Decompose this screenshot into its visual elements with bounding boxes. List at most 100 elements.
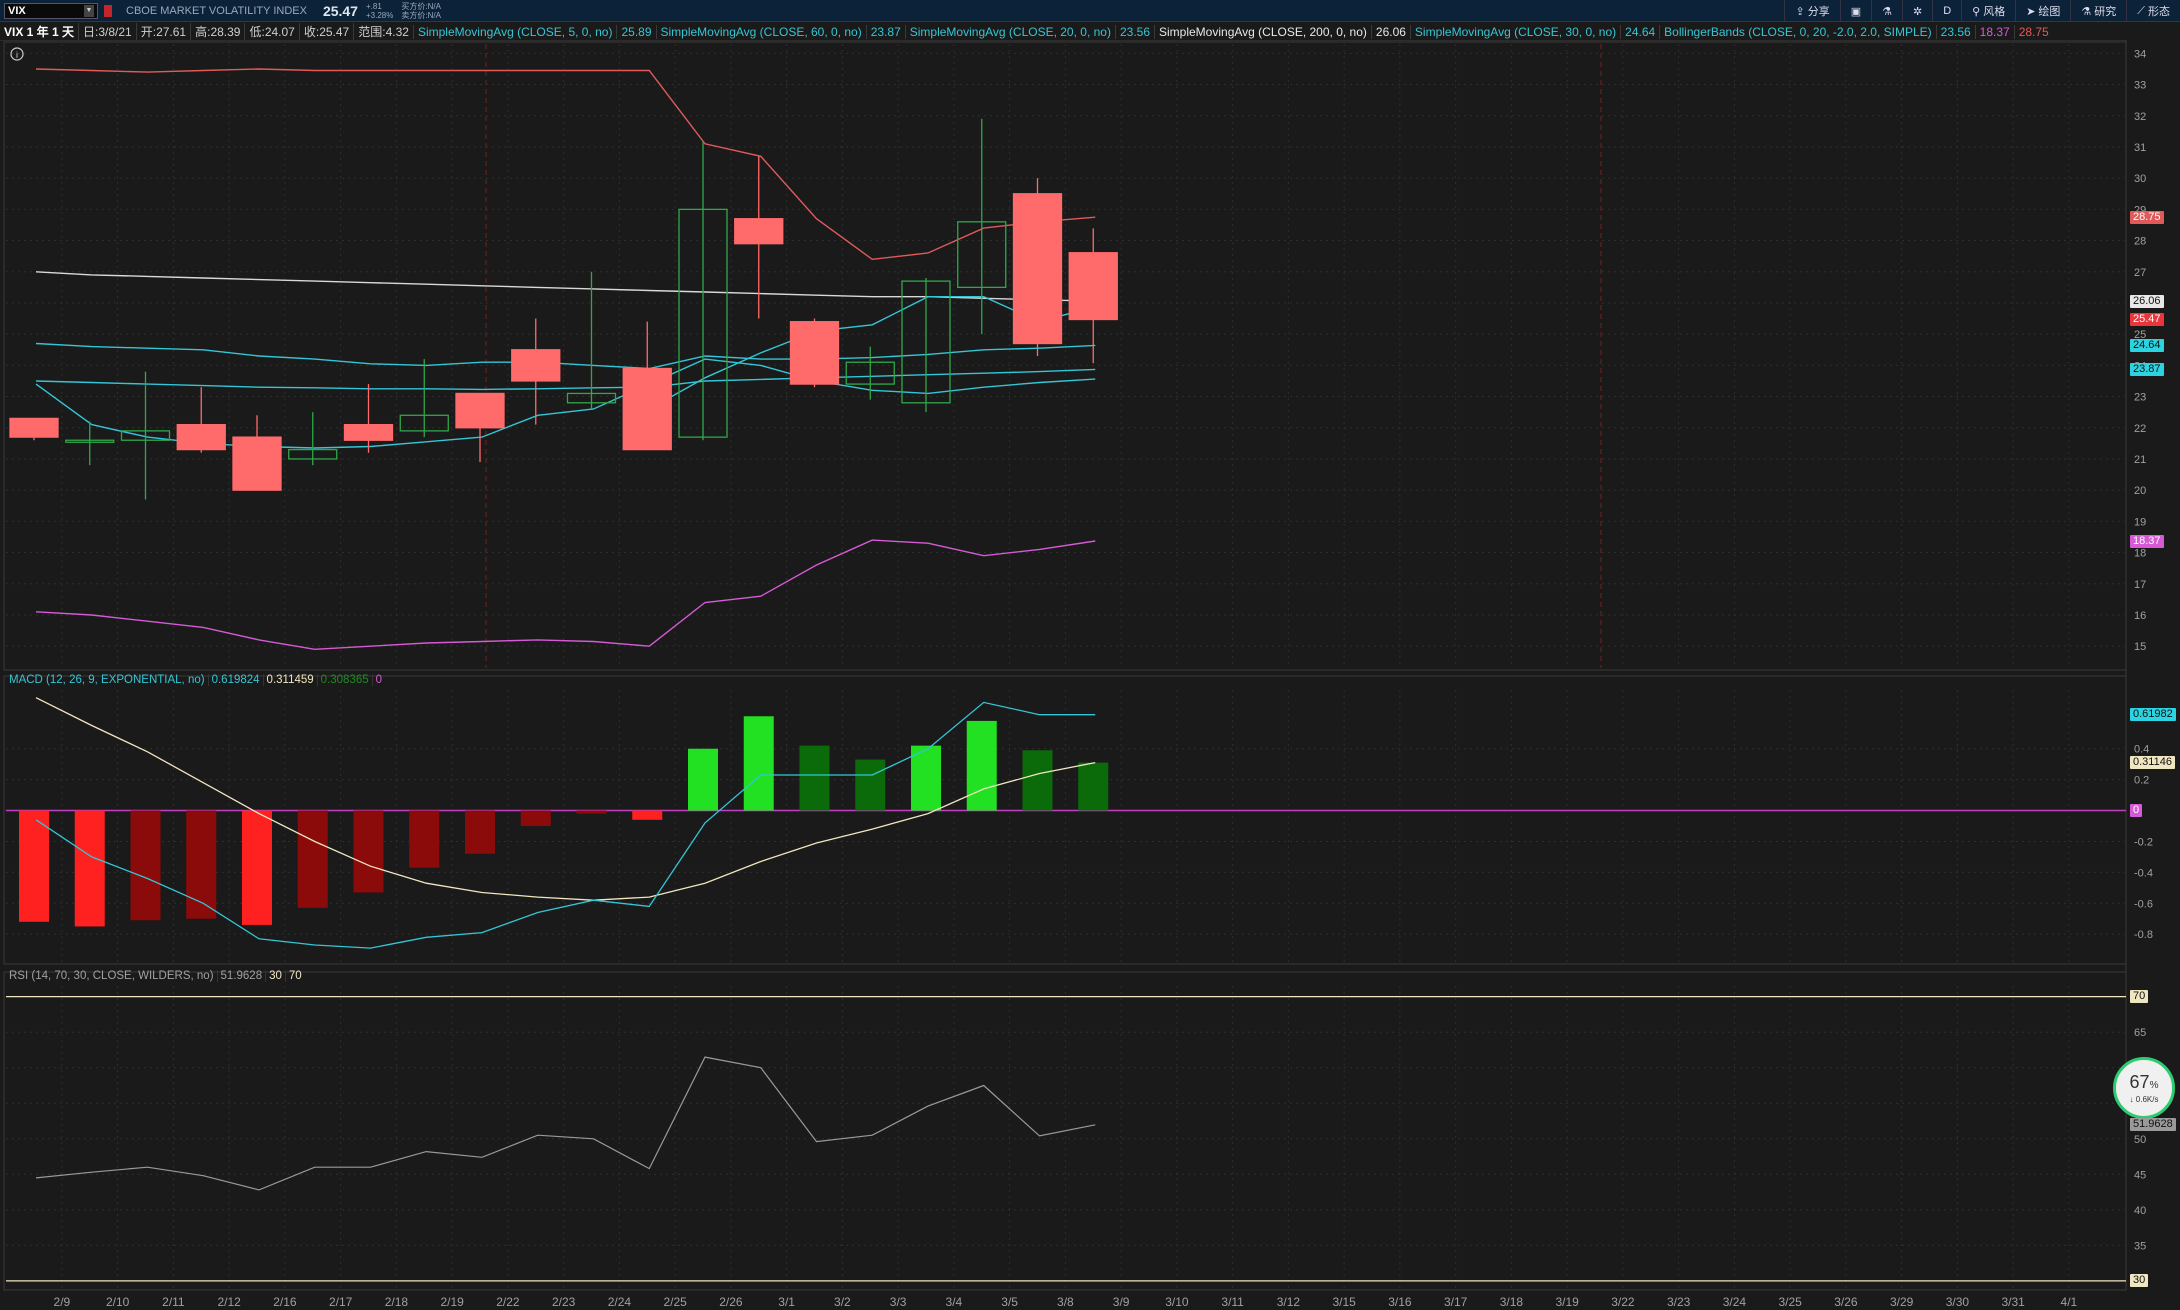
price-tick-label: 21 (2134, 454, 2146, 466)
candle-body (343, 423, 394, 441)
macd-hist-bar (855, 759, 886, 811)
macd-hist-bar (353, 810, 384, 893)
x-tick-label: 3/10 (1165, 1295, 1189, 1309)
macd-hist-bar (799, 745, 830, 811)
rsi-value: 51.9628 (216, 970, 266, 982)
overlay-line (35, 539, 1096, 651)
price-tag: 18.37 (2130, 534, 2164, 548)
macd-zero: 0 (371, 674, 385, 686)
rsi-low: 30 (265, 970, 285, 982)
x-tick-label: 3/4 (946, 1295, 963, 1309)
x-tick-label: 3/3 (890, 1295, 907, 1309)
gauge-percent-wrap: 67% (2130, 1073, 2159, 1095)
macd-hist-bar (130, 810, 161, 921)
candle-body (232, 436, 282, 491)
macd-tick-label: -0.4 (2134, 867, 2153, 879)
network-speed-gauge[interactable]: 67% ↓ 0.6K/s (2113, 1057, 2175, 1119)
price-tick-label: 17 (2134, 579, 2146, 591)
overlay-line (35, 342, 1096, 370)
macd-hist-bar (1022, 750, 1053, 811)
overlay-line (35, 68, 1096, 261)
x-tick-label: 3/24 (1723, 1295, 1747, 1309)
price-tag: 24.64 (2130, 338, 2164, 352)
macd-hist-bar (19, 810, 49, 922)
rsi-high: 70 (284, 970, 305, 982)
rsi-tick-label: 50 (2134, 1134, 2146, 1146)
rsi-tick-label: 40 (2134, 1205, 2146, 1217)
macd-tick-label: -0.8 (2134, 929, 2153, 941)
price-tick-label: 22 (2134, 423, 2146, 435)
x-tick-label: 2/16 (273, 1295, 297, 1309)
candle-body (9, 417, 59, 438)
x-tick-label: 3/16 (1388, 1295, 1412, 1309)
macd-header: MACD (12, 26, 9, EXPONENTIAL, no) 0.6198… (6, 674, 385, 686)
x-tick-label: 2/19 (440, 1295, 464, 1309)
x-tick-label: 2/9 (54, 1295, 71, 1309)
x-tick-label: 3/19 (1555, 1295, 1579, 1309)
price-tick-label: 31 (2134, 142, 2146, 154)
price-tag: 26.06 (2130, 294, 2164, 308)
x-tick-label: 3/23 (1667, 1295, 1691, 1309)
candle-body (455, 392, 505, 429)
macd-hist-bar (242, 810, 272, 925)
x-tick-label: 3/31 (2001, 1295, 2025, 1309)
price-tick-label: 23 (2134, 392, 2146, 404)
macd-hist-bar (465, 810, 495, 854)
info-icon-glyph: i (16, 50, 18, 60)
x-tick-label: 3/26 (1834, 1295, 1858, 1309)
macd-tick-label: -0.6 (2134, 898, 2153, 910)
macd-hist-bar (911, 745, 941, 811)
candle-body (789, 321, 840, 385)
candle-body (176, 423, 226, 451)
x-tick-label: 2/25 (663, 1295, 687, 1309)
rsi-tick-label: 45 (2134, 1169, 2146, 1181)
x-tick-label: 3/30 (1946, 1295, 1970, 1309)
candle-body (1068, 252, 1118, 321)
x-tick-label: 3/9 (1113, 1295, 1130, 1309)
x-tick-label: 2/10 (106, 1295, 130, 1309)
rsi-tag: 70 (2130, 990, 2149, 1004)
x-tick-label: 3/17 (1444, 1295, 1468, 1309)
macd-hist-bar (576, 810, 607, 814)
rsi-tag: 51.9628 (2130, 1118, 2176, 1132)
macd-hist-bar (520, 810, 551, 826)
x-tick-label: 2/12 (217, 1295, 241, 1309)
macd-hist-bar (632, 810, 663, 820)
macd-hist-bar (1078, 762, 1109, 811)
x-tick-label: 3/12 (1277, 1295, 1301, 1309)
price-tick-label: 32 (2134, 111, 2146, 123)
x-tick-label: 2/18 (385, 1295, 409, 1309)
x-tick-label: 3/25 (1778, 1295, 1802, 1309)
overlay-line (35, 368, 1096, 391)
macd-label[interactable]: MACD (12, 26, 9, EXPONENTIAL, no) (6, 674, 208, 686)
macd-hist-bar (966, 720, 997, 811)
chart-canvas[interactable]: 2/9 2/10 2/11 2/12 2/16 2/17 2/18 2/19 2/22 2/23 2… (0, 0, 2180, 1310)
gauge-percent: 67 (2129, 1071, 2150, 1092)
rsi-tick-label: 35 (2134, 1240, 2146, 1252)
x-tick-label: 2/11 (162, 1295, 185, 1309)
macd-avg: 0.311459 (262, 674, 317, 686)
price-tick-label: 18 (2134, 548, 2146, 560)
x-tick-label: 4/1 (2061, 1295, 2078, 1309)
macd-hist-bar (743, 716, 774, 811)
x-tick-label: 3/29 (1890, 1295, 1914, 1309)
macd-tick-label: -0.2 (2134, 836, 2153, 848)
macd-hist-bar (74, 810, 105, 927)
macd-tick-label: 0.2 (2134, 775, 2149, 787)
price-tag: 28.75 (2130, 210, 2164, 224)
macd-diff: 0.308365 (316, 674, 372, 686)
candle-body (734, 218, 784, 245)
x-tick-label: 3/8 (1057, 1295, 1074, 1309)
rsi-line (35, 1056, 1096, 1191)
rsi-tag: 30 (2130, 1274, 2149, 1288)
x-tick-label: 3/22 (1611, 1295, 1635, 1309)
price-tick-label: 27 (2134, 267, 2146, 279)
rsi-tick-label: 65 (2134, 1027, 2146, 1039)
rsi-label[interactable]: RSI (14, 70, 30, CLOSE, WILDERS, no) (6, 970, 217, 982)
candle-body (511, 349, 561, 382)
macd-hist-bar (409, 810, 440, 868)
macd-hist-bar (688, 748, 718, 811)
price-tick-label: 19 (2134, 516, 2146, 528)
price-tick-label: 15 (2134, 641, 2146, 653)
price-tick-label: 28 (2134, 236, 2146, 248)
